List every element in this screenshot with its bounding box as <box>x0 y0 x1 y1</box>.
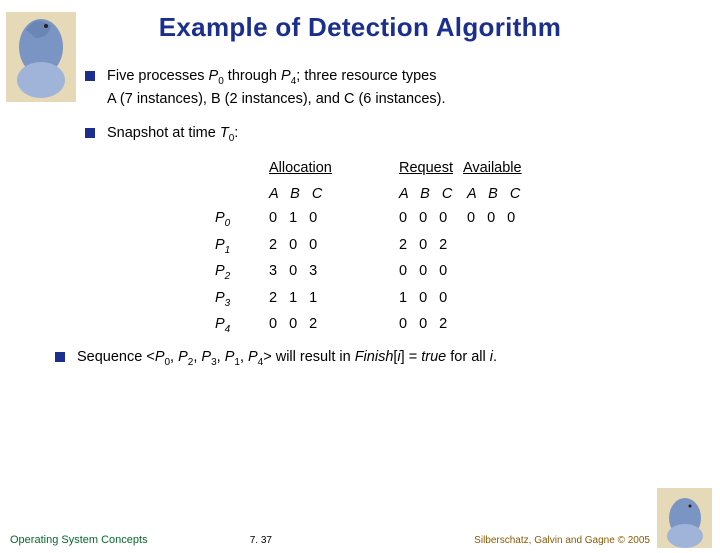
text: ] = <box>401 349 422 365</box>
abc-avail: A B C <box>467 185 555 205</box>
slide-title: Example of Detection Algorithm <box>0 12 720 43</box>
dino-illustration-top <box>6 12 76 102</box>
text: . <box>493 349 497 365</box>
text: for all <box>446 349 490 365</box>
table-row: P40 0 20 0 2 <box>215 315 665 336</box>
table-row: P00 1 00 0 00 0 0 <box>215 209 665 230</box>
var-p: P <box>209 68 219 84</box>
table-headers: Allocation Request Available <box>215 159 665 179</box>
abc-header-row: A B C A B C A B C <box>215 185 665 205</box>
process-label: P3 <box>215 289 269 310</box>
footer: Operating System Concepts 7. 37 Silbersc… <box>0 534 720 546</box>
text: > will result in <box>263 349 354 365</box>
bullet-1: Five processes P0 through P4; three reso… <box>85 67 665 88</box>
bullet-2: Snapshot at time T0: <box>85 124 665 145</box>
process-label: P1 <box>215 236 269 257</box>
abc-label: A B C <box>467 186 524 202</box>
abc-label: A B C <box>269 186 326 202</box>
process-label: P2 <box>215 262 269 283</box>
var-t: T <box>220 125 229 141</box>
var-true: true <box>421 349 446 365</box>
var-finish: Finish <box>355 349 394 365</box>
footer-right: Silberschatz, Galvin and Gagne © 2005 <box>474 535 650 546</box>
table-row: P32 1 11 0 0 <box>215 289 665 310</box>
alloc-cell: 0 1 0 <box>269 209 357 230</box>
header-available: Available <box>463 159 533 179</box>
bullet-3: Sequence <P0, P2, P3, P1, P4> will resul… <box>55 348 665 369</box>
table-row: P12 0 02 0 2 <box>215 236 665 257</box>
process-label: P0 <box>215 209 269 230</box>
avail-cell <box>467 236 555 257</box>
header-request: Request <box>399 159 467 179</box>
avail-cell <box>467 262 555 283</box>
alloc-cell: 0 0 2 <box>269 315 357 336</box>
text: Snapshot at time <box>107 125 220 141</box>
bullet-1-line2: A (7 instances), B (2 instances), and C … <box>85 90 665 110</box>
sequence: P0, P2, P3, P1, P4 <box>155 349 263 365</box>
avail-cell: 0 0 0 <box>467 209 555 230</box>
process-label: P4 <box>215 315 269 336</box>
header-allocation: Allocation <box>269 159 357 179</box>
spacer <box>215 185 269 205</box>
slide-content: Five processes P0 through P4 ; three reso… <box>0 67 720 370</box>
avail-cell <box>467 289 555 310</box>
text: ; three resource types <box>296 68 436 84</box>
avail-cell <box>467 315 555 336</box>
footer-page: 7. 37 <box>250 535 272 546</box>
table-row: P23 0 30 0 0 <box>215 262 665 283</box>
abc-alloc: A B C <box>269 185 357 205</box>
snapshot-table: Allocation Request Available A B C A B C… <box>85 159 665 336</box>
alloc-cell: 2 0 0 <box>269 236 357 257</box>
abc-label: A B C <box>399 186 456 202</box>
footer-left: Operating System Concepts <box>10 534 148 546</box>
text: : <box>234 125 238 141</box>
text: Sequence < <box>77 349 155 365</box>
alloc-cell: 3 0 3 <box>269 262 357 283</box>
alloc-cell: 2 1 1 <box>269 289 357 310</box>
text: through <box>224 68 281 84</box>
text: Five processes <box>107 68 209 84</box>
var-p: P <box>281 68 291 84</box>
